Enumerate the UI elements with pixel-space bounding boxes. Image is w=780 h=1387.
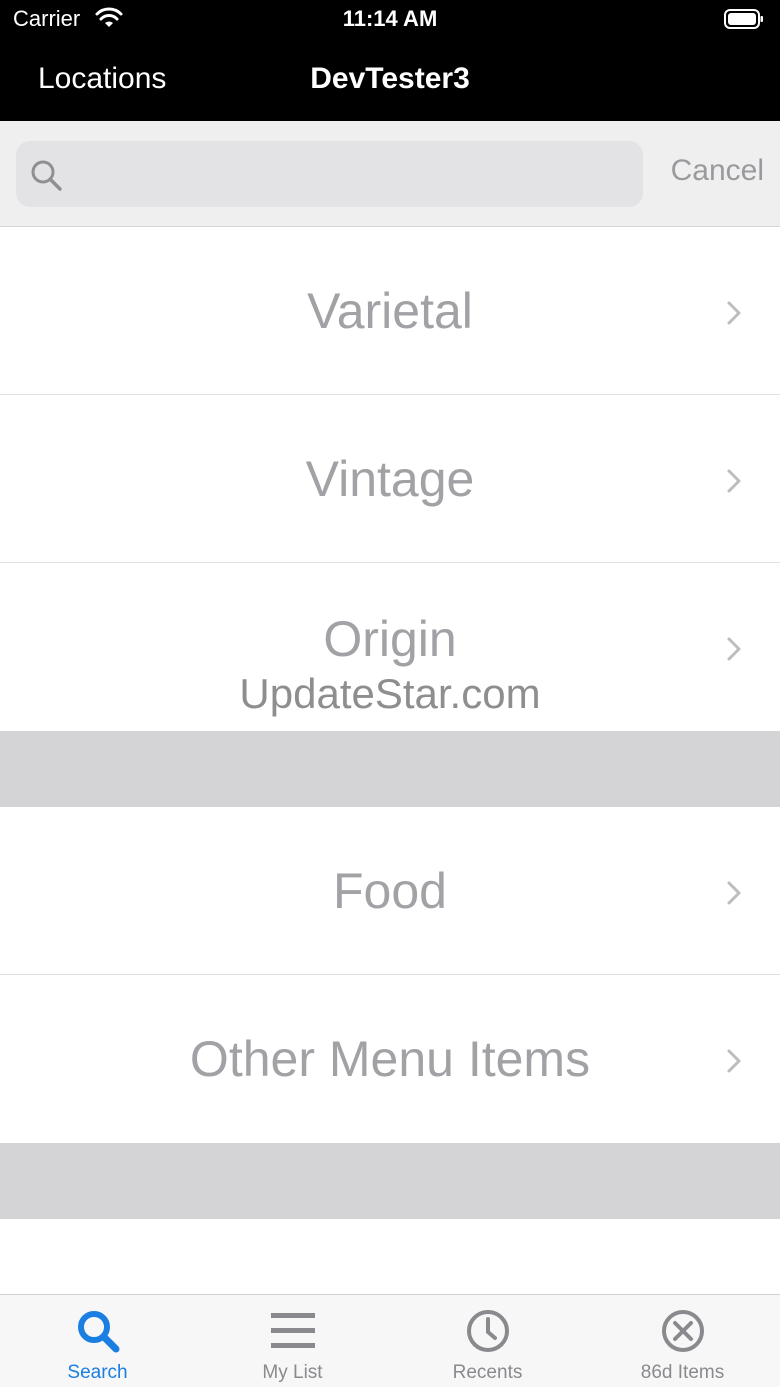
- chevron-right-icon: [727, 637, 741, 661]
- list-item-other-menu-items[interactable]: Other Menu Items: [0, 975, 780, 1143]
- list-item-label: Vintage: [305, 451, 475, 507]
- chevron-right-icon: [727, 881, 741, 905]
- page-title: DevTester3: [310, 62, 470, 95]
- clock-icon: [467, 1310, 509, 1352]
- tab-label: 86d Items: [640, 1362, 725, 1383]
- tab-my-list[interactable]: My List: [195, 1295, 390, 1387]
- top-bar: Carrier 11:14 AM Locations DevTester3: [0, 0, 780, 121]
- search-bar: Cancel: [0, 121, 780, 227]
- search-icon: [31, 160, 62, 191]
- search-field[interactable]: [16, 141, 643, 209]
- search-icon: [78, 1311, 120, 1353]
- list-item-label: Food: [333, 863, 447, 919]
- tab-label: Recents: [452, 1362, 523, 1383]
- status-time: 11:14 AM: [342, 6, 438, 31]
- chevron-right-icon: [727, 301, 741, 325]
- x-circle-icon: [662, 1310, 704, 1352]
- list-item-origin[interactable]: Origin: [0, 563, 780, 731]
- tab-label: Search: [67, 1362, 128, 1383]
- search-input[interactable]: [76, 141, 640, 209]
- screen: Carrier 11:14 AM Locations DevTester3 Ca…: [0, 0, 780, 1387]
- list-item-vintage[interactable]: Vintage: [0, 395, 780, 563]
- list-item-label: Varietal: [307, 283, 473, 339]
- section-separator: [0, 1143, 780, 1219]
- category-list: Varietal Vintage Origin Food Other Menu …: [0, 227, 780, 1387]
- chevron-right-icon: [727, 1049, 741, 1073]
- tab-recents[interactable]: Recents: [390, 1295, 585, 1387]
- list-icon: [271, 1313, 315, 1348]
- cancel-button[interactable]: Cancel: [671, 154, 764, 188]
- section-separator: [0, 731, 780, 807]
- list-item-label: Origin: [323, 611, 457, 667]
- chevron-right-icon: [727, 469, 741, 493]
- list-item-varietal[interactable]: Varietal: [0, 227, 780, 395]
- tab-label: My List: [262, 1362, 323, 1383]
- tab-search[interactable]: Search: [0, 1295, 195, 1387]
- list-item-label: Other Menu Items: [189, 1031, 591, 1087]
- tab-bar: Search My List Recents 86d Items: [0, 1294, 780, 1387]
- battery-icon: [724, 9, 763, 29]
- tab-86d-items[interactable]: 86d Items: [585, 1295, 780, 1387]
- list-item-food[interactable]: Food: [0, 807, 780, 975]
